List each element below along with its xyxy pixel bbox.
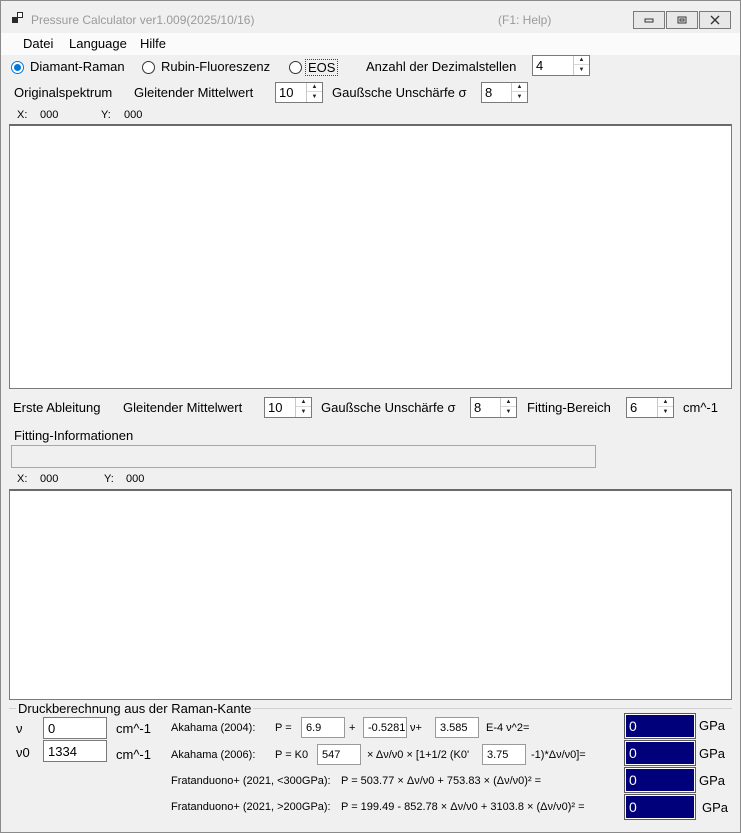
- radio-eos-label[interactable]: EOS: [305, 59, 339, 76]
- original-gauss-label: Gaußsche Unschärfe σ: [332, 85, 467, 100]
- derivative-moving-avg-value: 10: [268, 400, 283, 415]
- spin-down-icon[interactable]: ▼: [501, 407, 516, 416]
- akahama2004-b-input[interactable]: -0.5281: [363, 717, 407, 738]
- app-icon: [12, 12, 24, 24]
- title-bar: Pressure Calculator ver1.009(2025/10/16)…: [1, 1, 740, 33]
- fratanduono-high-formula: P = 199.49 - 852.78 × Δν/ν0 + 3103.8 × (…: [341, 801, 585, 813]
- akahama2004-name: Akahama (2004):: [171, 722, 256, 734]
- result-fratanduono-low: 0: [624, 767, 696, 793]
- fit-info-field: [11, 445, 596, 468]
- derivative-x-value: 000: [40, 473, 59, 485]
- akahama2006-k0p-input[interactable]: 3.75: [482, 744, 526, 765]
- decimals-spinner[interactable]: 4 ▲ ▼: [532, 55, 590, 76]
- derivative-gauss-value: 8: [474, 400, 482, 415]
- akahama2004-c-input[interactable]: 3.585: [435, 717, 479, 738]
- radio-rubin-fluoreszenz-label[interactable]: Rubin-Fluoreszenz: [161, 59, 270, 74]
- original-gauss-spinner[interactable]: 8 ▲ ▼: [481, 82, 528, 103]
- close-button[interactable]: [699, 11, 731, 29]
- pressure-group-title: Druckberechnung aus der Raman-Kante: [16, 701, 254, 716]
- nu-unit: cm^-1: [116, 721, 151, 736]
- minimize-icon: [644, 18, 654, 23]
- akahama2004-plus: +: [349, 722, 356, 734]
- menu-bar: Datei Language Hilfe: [1, 33, 740, 55]
- derivative-moving-avg-spinner[interactable]: 10 ▲ ▼: [264, 397, 312, 418]
- nu-input[interactable]: 0: [43, 717, 107, 739]
- derivative-moving-avg-label: Gleitender Mittelwert: [123, 400, 243, 415]
- window-title: Pressure Calculator ver1.009(2025/10/16): [31, 13, 255, 27]
- nu0-unit: cm^-1: [116, 747, 151, 762]
- result-akahama2006: 0: [624, 740, 696, 766]
- fit-range-label: Fitting-Bereich: [527, 400, 611, 415]
- original-gauss-value: 8: [485, 85, 493, 100]
- original-moving-avg-value: 10: [279, 85, 294, 100]
- spin-down-icon[interactable]: ▼: [512, 92, 527, 101]
- result-akahama2004: 0: [624, 713, 696, 739]
- decimals-label: Anzahl der Dezimalstellen: [366, 59, 517, 74]
- minimize-button[interactable]: [633, 11, 665, 29]
- menu-language[interactable]: Language: [69, 36, 127, 51]
- fratanduono-high-name: Fratanduono+ (2021, >200GPa):: [171, 801, 331, 813]
- derivative-plot[interactable]: [9, 489, 732, 700]
- derivative-x-label: X:: [17, 473, 28, 485]
- derivative-gauss-spinner[interactable]: 8 ▲ ▼: [470, 397, 517, 418]
- akahama2004-tail: E-4 ν^2=: [486, 722, 530, 734]
- radio-diamant-raman-label[interactable]: Diamant-Raman: [30, 59, 125, 74]
- derivative-label: Erste Ableitung: [13, 400, 101, 415]
- unit-fratanduono-high: GPa: [702, 800, 729, 815]
- radio-diamant-raman[interactable]: [11, 61, 24, 74]
- original-y-label: Y:: [101, 109, 111, 121]
- original-y-value: 000: [124, 109, 143, 121]
- nu0-input[interactable]: 1334: [43, 740, 107, 762]
- akahama2006-p-eq: P = K0: [275, 749, 309, 761]
- spin-down-icon[interactable]: ▼: [574, 65, 589, 74]
- spin-up-icon[interactable]: ▲: [296, 398, 311, 407]
- nu-label: ν: [16, 721, 23, 736]
- radio-rubin-fluoreszenz[interactable]: [142, 61, 155, 74]
- spin-down-icon[interactable]: ▼: [296, 407, 311, 416]
- akahama2004-nu-plus: ν+: [410, 722, 422, 734]
- spin-up-icon[interactable]: ▲: [574, 56, 589, 65]
- unit-akahama2004: GPa: [699, 718, 726, 733]
- unit-akahama2006: GPa: [699, 746, 726, 761]
- maximize-button[interactable]: [666, 11, 698, 29]
- result-fratanduono-high: 0: [624, 794, 696, 820]
- fit-info-label: Fitting-Informationen: [14, 428, 134, 443]
- akahama2004-a-input[interactable]: 6.9: [301, 717, 345, 738]
- fratanduono-low-formula: P = 503.77 × Δν/ν0 + 753.83 × (Δν/ν0)² =: [341, 775, 542, 787]
- menu-hilfe[interactable]: Hilfe: [140, 36, 166, 51]
- akahama2004-p-eq: P =: [275, 722, 292, 734]
- fit-range-value: 6: [630, 400, 638, 415]
- original-moving-avg-label: Gleitender Mittelwert: [134, 85, 254, 100]
- nu0-label: ν0: [16, 745, 30, 760]
- menu-datei[interactable]: Datei: [23, 36, 53, 51]
- spin-down-icon[interactable]: ▼: [658, 407, 673, 416]
- original-spectrum-label: Originalspektrum: [14, 85, 113, 100]
- akahama2006-tail: -1)*Δν/ν0]=: [531, 749, 586, 761]
- derivative-gauss-label: Gaußsche Unschärfe σ: [321, 400, 456, 415]
- unit-fratanduono-low: GPa: [699, 773, 726, 788]
- radio-eos[interactable]: [289, 61, 302, 74]
- original-x-value: 000: [40, 109, 59, 121]
- fratanduono-low-name: Fratanduono+ (2021, <300GPa):: [171, 775, 331, 787]
- spin-up-icon[interactable]: ▲: [658, 398, 673, 407]
- original-x-label: X:: [17, 109, 28, 121]
- derivative-y-value: 000: [126, 473, 145, 485]
- akahama2006-mid: × Δν/ν0 × [1+1/2 (K0': [367, 749, 470, 761]
- help-hint: (F1: Help): [498, 13, 552, 27]
- spin-up-icon[interactable]: ▲: [501, 398, 516, 407]
- original-spectrum-plot[interactable]: [9, 124, 732, 389]
- spin-up-icon[interactable]: ▲: [512, 83, 527, 92]
- spin-down-icon[interactable]: ▼: [307, 92, 322, 101]
- decimals-value: 4: [536, 58, 544, 73]
- akahama2006-name: Akahama (2006):: [171, 749, 256, 761]
- maximize-icon: [677, 16, 687, 24]
- close-icon: [710, 15, 720, 25]
- derivative-y-label: Y:: [104, 473, 114, 485]
- spin-up-icon[interactable]: ▲: [307, 83, 322, 92]
- akahama2006-k0-input[interactable]: 547: [317, 744, 361, 765]
- original-moving-avg-spinner[interactable]: 10 ▲ ▼: [275, 82, 323, 103]
- fit-range-spinner[interactable]: 6 ▲ ▼: [626, 397, 674, 418]
- fit-range-unit: cm^-1: [683, 400, 718, 415]
